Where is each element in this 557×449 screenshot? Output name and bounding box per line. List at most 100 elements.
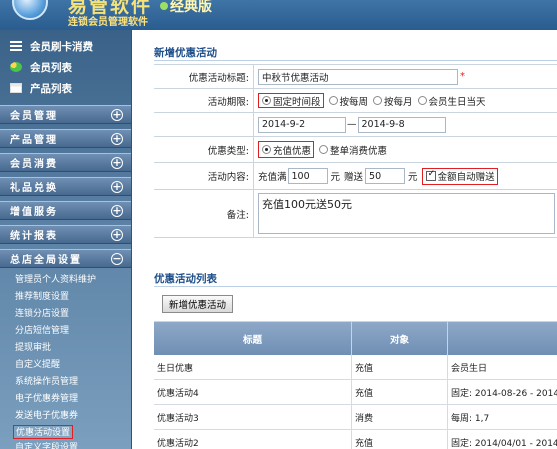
option-label: 按每月 — [384, 96, 413, 108]
menu-group-product[interactable]: 产品管理 + — [0, 129, 131, 148]
table-row[interactable]: 优惠活动2 充值 固定: 2014/04/01 - 2014/ — [154, 430, 557, 449]
radio-icon[interactable] — [373, 96, 383, 105]
menu-group-reports[interactable]: 统计报表 + — [0, 225, 131, 244]
quick-link-product-list[interactable]: 产品列表 — [10, 80, 72, 96]
quick-link-label: 产品列表 — [30, 82, 72, 95]
table-row[interactable]: 生日优惠 充值 会员生日 — [154, 355, 557, 380]
option-label: 按每周 — [339, 96, 369, 108]
cell-title: 优惠活动2 — [154, 430, 352, 449]
promotion-table: 标题 对象 生日优惠 充值 会员生日 优惠活动4 充值 固定: 2014-08-… — [154, 321, 557, 449]
sidebar-item-referral[interactable]: 推荐制度设置 — [15, 290, 69, 304]
type-option-order[interactable]: 整单消费优惠 — [316, 143, 387, 157]
menu-group-label: 总店全局设置 — [10, 255, 82, 266]
form-row-content: 活动内容: 充值满 元 赠送 元 金额自动赠送 — [154, 163, 557, 190]
menu-group-consume[interactable]: 会员消费 + — [0, 153, 131, 172]
app-banner: 易管软件 经典版 连锁会员管理软件 — [0, 0, 557, 30]
divider — [154, 286, 557, 287]
remark-textarea[interactable]: 充值100元送50元 — [258, 193, 555, 234]
brand-subtitle: 连锁会员管理软件 — [68, 17, 148, 28]
column-header-title[interactable]: 标题 — [154, 322, 352, 355]
expand-icon[interactable]: + — [111, 109, 123, 121]
menu-group-gift[interactable]: 礼品兑换 + — [0, 177, 131, 196]
field-label: 优惠活动标题: — [154, 65, 254, 88]
period-option-birthday[interactable]: 会员生日当天 — [415, 94, 486, 108]
collapse-icon[interactable]: − — [111, 253, 123, 265]
product-icon — [10, 83, 22, 93]
sidebar-item-withdraw-approval[interactable]: 提现审批 — [15, 341, 51, 355]
table-row[interactable]: 优惠活动4 充值 固定: 2014-08-26 - 2014 — [154, 380, 557, 405]
logo-icon — [12, 0, 48, 20]
sidebar-item-custom-fields[interactable]: 自定义字段设置 — [15, 441, 78, 449]
field-label: 活动内容: — [154, 163, 254, 189]
gift-amount-input[interactable] — [365, 168, 406, 184]
brand-edition: 经典版 — [170, 0, 212, 15]
menu-group-label: 礼品兑换 — [10, 183, 58, 194]
sidebar-item-coupon-manage[interactable]: 电子优惠券管理 — [15, 392, 78, 406]
cell-rule: 固定: 2014/04/01 - 2014/ — [451, 439, 557, 449]
field-label — [154, 113, 254, 136]
end-date-input[interactable] — [357, 116, 446, 133]
field-label: 活动期限: — [154, 89, 254, 112]
sidebar-item-branch-sms[interactable]: 分店短信管理 — [15, 324, 69, 338]
promotion-title-input[interactable] — [258, 68, 458, 85]
sidebar-item-custom-reminder[interactable]: 自定义提醒 — [15, 358, 60, 372]
sidebar: 会员刷卡消费 会员列表 产品列表 会员管理 + 产品管理 + 会员消费 + 礼品… — [0, 30, 132, 449]
form-row-remark: 备注: 充值100元送50元 — [154, 190, 557, 238]
menu-group-value-added[interactable]: 增值服务 + — [0, 201, 131, 220]
expand-icon[interactable]: + — [111, 133, 123, 145]
list-section-title: 优惠活动列表 — [154, 273, 217, 285]
type-option-recharge[interactable]: 充值优惠 — [258, 141, 315, 158]
expand-icon[interactable]: + — [111, 229, 123, 241]
period-option-monthly[interactable]: 按每月 — [370, 94, 413, 108]
menu-group-member[interactable]: 会员管理 + — [0, 105, 131, 124]
sidebar-item-branches[interactable]: 连锁分店设置 — [15, 307, 69, 321]
required-marker: * — [460, 71, 465, 82]
new-promotion-form: 优惠活动标题: * 活动期限: 固定时间段 按每周 按每月 — [154, 64, 557, 238]
auto-gift-option[interactable]: 金额自动赠送 — [421, 167, 498, 185]
form-section-title: 新增优惠活动 — [154, 47, 217, 59]
menu-group-label: 产品管理 — [10, 135, 58, 146]
cell-target: 充值 — [352, 380, 448, 405]
sidebar-item-admin-profile[interactable]: 管理员个人资料维护 — [15, 273, 96, 287]
cell-rule: 每周: 1,7 — [451, 414, 490, 424]
form-row-dates: — — [154, 113, 557, 137]
menu-group-label: 统计报表 — [10, 231, 58, 242]
radio-checked-icon[interactable] — [262, 145, 271, 154]
sidebar-item-send-coupon[interactable]: 发送电子优惠券 — [15, 409, 78, 423]
form-row-period: 活动期限: 固定时间段 按每周 按每月 会员生日当天 — [154, 89, 557, 113]
form-row-title: 优惠活动标题: * — [154, 65, 557, 89]
quick-link-label: 会员列表 — [30, 61, 72, 74]
cell-title: 优惠活动4 — [154, 380, 352, 405]
checkbox-checked-icon[interactable] — [425, 169, 436, 181]
sidebar-item-operators[interactable]: 系统操作员管理 — [15, 375, 78, 389]
option-label: 会员生日当天 — [428, 96, 486, 108]
cell-rule: 会员生日 — [451, 364, 488, 374]
divider — [154, 60, 557, 61]
radio-checked-icon[interactable] — [262, 96, 271, 105]
expand-icon[interactable]: + — [111, 205, 123, 217]
date-separator: — — [347, 119, 357, 130]
main-content: 新增优惠活动 优惠活动标题: * 活动期限: 固定时间段 按每周 — [132, 30, 557, 449]
menu-group-label: 增值服务 — [10, 207, 58, 218]
menu-group-global-settings[interactable]: 总店全局设置 − — [0, 249, 131, 268]
period-option-weekly[interactable]: 按每周 — [326, 94, 369, 108]
menu-group-label: 会员消费 — [10, 159, 58, 170]
card-icon — [10, 41, 22, 51]
add-promotion-button[interactable]: 新增优惠活动 — [162, 295, 234, 313]
radio-icon[interactable] — [417, 96, 427, 105]
users-icon — [10, 62, 22, 72]
recharge-amount-input[interactable] — [287, 168, 328, 184]
start-date-input[interactable] — [258, 116, 346, 133]
period-option-fixed[interactable]: 固定时间段 — [258, 93, 324, 108]
expand-icon[interactable]: + — [111, 181, 123, 193]
column-header-target[interactable]: 对象 — [352, 322, 448, 355]
sidebar-item-promotion-settings[interactable]: 优惠活动设置 — [13, 425, 74, 439]
table-row[interactable]: 优惠活动3 消费 每周: 1,7 — [154, 405, 557, 430]
radio-icon[interactable] — [319, 145, 329, 154]
quick-link-member-list[interactable]: 会员列表 — [10, 59, 72, 75]
option-label: 固定时间段 — [273, 96, 321, 108]
expand-icon[interactable]: + — [111, 157, 123, 169]
quick-link-card-consume[interactable]: 会员刷卡消费 — [10, 38, 93, 54]
radio-icon[interactable] — [328, 96, 338, 105]
field-label: 备注: — [154, 190, 254, 237]
